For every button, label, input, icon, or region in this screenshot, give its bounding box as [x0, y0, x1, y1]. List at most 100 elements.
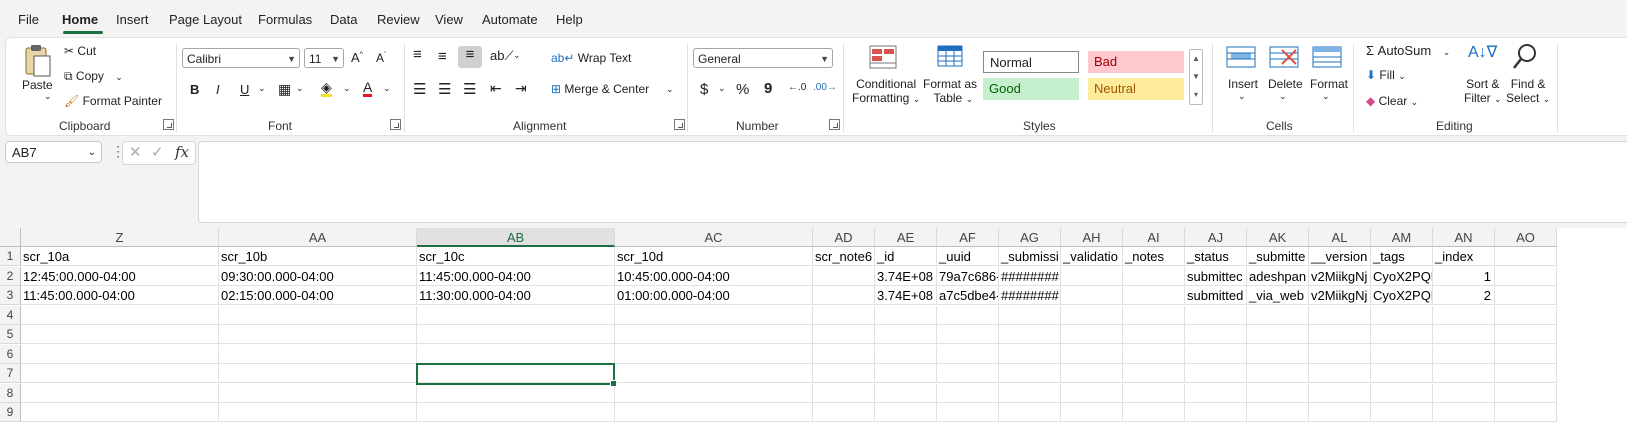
orientation-dropdown-icon[interactable]: ⌄ [513, 50, 521, 61]
cell-z5[interactable] [21, 325, 219, 344]
cell-ae8[interactable] [875, 383, 937, 403]
comma-style-button[interactable]: 9 [764, 80, 772, 97]
cell-ai7[interactable] [1123, 364, 1185, 383]
column-header-ao[interactable]: AO [1495, 228, 1557, 247]
chevron-down-icon[interactable]: ⌄ [1238, 91, 1246, 102]
cell-ae7[interactable] [875, 364, 937, 383]
cut-button[interactable]: ✂ Cut [64, 44, 96, 58]
enter-icon[interactable]: ✓ [151, 143, 164, 161]
cell-ak3[interactable]: _via_web [1247, 286, 1309, 305]
cell-ac4[interactable] [615, 305, 813, 325]
cell-aa5[interactable] [219, 325, 417, 344]
chevron-down-icon[interactable]: ⌄ [1322, 91, 1330, 102]
cell-ac9[interactable] [615, 403, 813, 422]
cell-am1[interactable]: _tags [1371, 247, 1433, 266]
format-painter-button[interactable]: 🖌 Format Painter [64, 94, 162, 108]
cell-z1[interactable]: scr_10a [21, 247, 219, 266]
cell-ag9[interactable] [999, 403, 1061, 422]
cell-am9[interactable] [1371, 403, 1433, 422]
column-header-af[interactable]: AF [937, 228, 999, 247]
italic-button[interactable]: I [216, 82, 220, 97]
cell-ah2[interactable] [1061, 266, 1123, 286]
paste-dropdown-icon[interactable]: ⌄ [44, 91, 52, 102]
row-header-4[interactable]: 4 [0, 305, 21, 325]
percent-button[interactable]: % [736, 81, 749, 98]
fill-color-icon[interactable]: ◈ [321, 80, 332, 97]
cell-am3[interactable]: CyoX2PQK [1371, 286, 1433, 305]
cell-ai3[interactable] [1123, 286, 1185, 305]
row-header-1[interactable]: 1 [0, 247, 21, 266]
cell-z2[interactable]: 12:45:00.000-04:00 [21, 266, 219, 286]
borders-icon[interactable]: ▦ [278, 81, 291, 98]
column-header-ag[interactable]: AG [999, 228, 1061, 247]
cell-ab1[interactable]: scr_10c [417, 247, 615, 266]
cell-af4[interactable] [937, 305, 999, 325]
number-launcher-icon[interactable] [829, 119, 840, 130]
cell-af5[interactable] [937, 325, 999, 344]
row-header-9[interactable]: 9 [0, 403, 21, 422]
menu-page-layout[interactable]: Page Layout [169, 12, 242, 27]
menu-automate[interactable]: Automate [482, 12, 538, 27]
currency-dropdown-icon[interactable]: ⌄ [718, 83, 726, 94]
column-header-z[interactable]: Z [21, 228, 219, 247]
merge-center-button[interactable]: ⊞ Merge & Center [551, 82, 649, 96]
cell-ac2[interactable]: 10:45:00.000-04:00 [615, 266, 813, 286]
select-all-corner[interactable] [0, 228, 21, 247]
cell-af6[interactable] [937, 344, 999, 364]
format-cells-button[interactable]: Format [1310, 77, 1348, 91]
underline-dropdown-icon[interactable]: ⌄ [258, 83, 266, 94]
row-header-8[interactable]: 8 [0, 383, 21, 403]
column-header-aj[interactable]: AJ [1185, 228, 1247, 247]
cell-aa8[interactable] [219, 383, 417, 403]
decrease-font-icon[interactable]: Aˇ [376, 51, 386, 65]
font-launcher-icon[interactable] [390, 119, 401, 130]
copy-dropdown-icon[interactable]: ⌄ [115, 72, 123, 82]
cell-ai8[interactable] [1123, 383, 1185, 403]
cell-aa9[interactable] [219, 403, 417, 422]
cell-aa7[interactable] [219, 364, 417, 383]
cell-an3[interactable]: 2 [1433, 286, 1495, 305]
column-header-ac[interactable]: AC [615, 228, 813, 247]
align-middle-icon[interactable]: ≡ [438, 48, 447, 65]
decrease-decimal-icon[interactable]: .00→ [813, 82, 837, 93]
cell-an5[interactable] [1433, 325, 1495, 344]
insert-cells-button[interactable]: Insert [1228, 77, 1258, 91]
column-header-ad[interactable]: AD [813, 228, 875, 247]
row-header-6[interactable]: 6 [0, 344, 21, 364]
style-bad[interactable]: Bad [1088, 51, 1184, 73]
insert-function-icon[interactable]: fx [175, 143, 189, 161]
cell-an6[interactable] [1433, 344, 1495, 364]
cell-af1[interactable]: _uuid [937, 247, 999, 266]
font-name-select[interactable]: Calibri ▼ [182, 48, 300, 68]
conditional-formatting-icon[interactable] [868, 44, 898, 72]
clipboard-launcher-icon[interactable] [163, 119, 174, 130]
format-cells-icon[interactable] [1311, 44, 1343, 72]
cell-am2[interactable]: CyoX2PQK [1371, 266, 1433, 286]
cell-al6[interactable] [1309, 344, 1371, 364]
formula-input[interactable] [198, 141, 1627, 223]
column-header-ah[interactable]: AH [1061, 228, 1123, 247]
alignment-launcher-icon[interactable] [674, 119, 685, 130]
sort-filter-icon[interactable]: A↓∇ [1468, 42, 1497, 62]
align-center-icon[interactable]: ☰ [438, 80, 451, 98]
style-good[interactable]: Good [983, 78, 1079, 100]
cell-ah5[interactable] [1061, 325, 1123, 344]
cell-aj2[interactable]: submittec [1185, 266, 1247, 286]
font-size-select[interactable]: 11 ▼ [304, 48, 344, 68]
cell-al1[interactable]: __version [1309, 247, 1371, 266]
cell-ao6[interactable] [1495, 344, 1557, 364]
cell-ae2[interactable]: 3.74E+08 [875, 266, 937, 286]
cell-ad2[interactable] [813, 266, 875, 286]
column-header-ai[interactable]: AI [1123, 228, 1185, 247]
styles-gallery-scroll[interactable]: ▲ ▼ ▾ [1189, 49, 1203, 105]
column-header-ab[interactable]: AB [417, 228, 615, 247]
cell-am6[interactable] [1371, 344, 1433, 364]
cell-ah6[interactable] [1061, 344, 1123, 364]
cell-af2[interactable]: 79a7c686- [937, 266, 999, 286]
cell-ab6[interactable] [417, 344, 615, 364]
cell-ai6[interactable] [1123, 344, 1185, 364]
cell-af8[interactable] [937, 383, 999, 403]
borders-dropdown-icon[interactable]: ⌄ [296, 83, 304, 94]
cell-ac1[interactable]: scr_10d [615, 247, 813, 266]
cell-ad8[interactable] [813, 383, 875, 403]
